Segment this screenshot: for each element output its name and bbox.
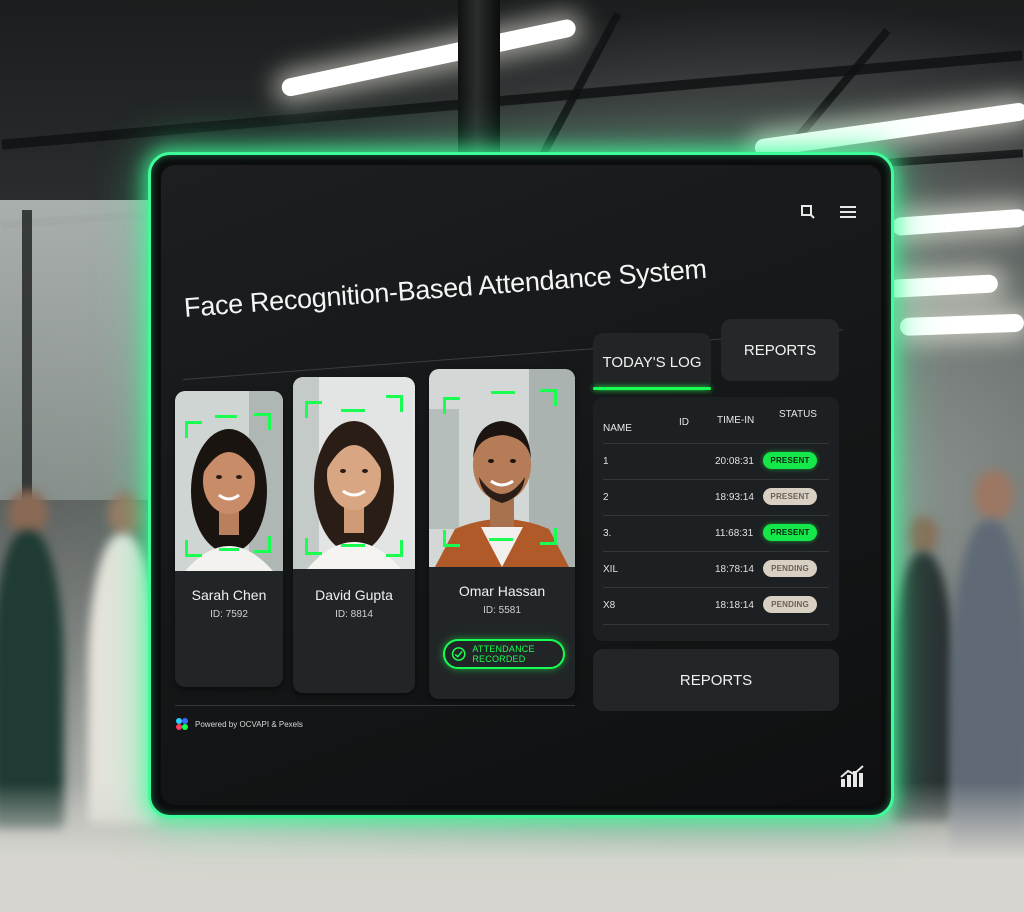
row-name: 1 [603, 456, 609, 467]
row-name: 2 [603, 492, 609, 503]
face-frame-corner [185, 421, 202, 438]
face-frame-corner [254, 536, 271, 553]
todays-log-table: NAME ID TIME-IN STATUS 1 20:08:31 PRESEN… [593, 397, 839, 641]
face-frame-corner [305, 401, 322, 418]
person-head [108, 492, 144, 536]
footer: Powered by OCVAPI & Pexels [175, 717, 303, 731]
ceiling-light [891, 208, 1024, 236]
active-tab-indicator [593, 387, 711, 390]
scan-line [219, 548, 239, 551]
face-photo [429, 369, 575, 567]
tab-label: TODAY'S LOG [602, 353, 702, 371]
column-header-name: NAME [603, 423, 632, 434]
attendance-recorded-label: ATTENDANCE RECORDED [472, 644, 535, 664]
person-id: ID: 5581 [483, 605, 521, 616]
scan-line [491, 391, 515, 394]
top-toolbar [797, 201, 859, 223]
table-row[interactable]: 1 20:08:31 PRESENT [603, 443, 829, 480]
row-name: 3. [603, 528, 612, 539]
face-card-2[interactable]: David Gupta ID: 8814 [293, 377, 415, 693]
face-frame-corner [185, 540, 202, 557]
row-time-in: 11:68:31 [715, 528, 754, 539]
scan-line [489, 538, 513, 541]
face-frame-corner [305, 538, 322, 555]
person-id: ID: 8814 [335, 609, 373, 620]
status-badge: PENDING [763, 560, 817, 577]
bar-chart-icon[interactable] [839, 763, 865, 789]
face-frame-corner [386, 540, 403, 557]
column-header-status: STATUS [779, 409, 817, 420]
face-frame-corner [540, 528, 557, 545]
footer-divider [175, 705, 575, 706]
face-frame-corner [443, 530, 460, 547]
row-time-in: 18:78:14 [715, 564, 754, 575]
row-time-in: 18:93:14 [715, 492, 754, 503]
reports-button[interactable]: REPORTS [593, 649, 839, 711]
check-circle-icon [451, 647, 466, 661]
face-card-1[interactable]: Sarah Chen ID: 7592 [175, 391, 283, 687]
page-title: Face Recognition-Based Attendance System [183, 253, 708, 323]
face-frame-corner [254, 413, 271, 430]
face-card-3[interactable]: Omar Hassan ID: 5581 ATTENDANCE RECORDED [429, 369, 575, 699]
table-row[interactable]: 3. 11:68:31 PRESENT [603, 515, 829, 552]
ceiling-light [899, 313, 1024, 336]
table-row[interactable]: 2 18:93:14 PRESENT [603, 479, 829, 516]
ceiling-light [887, 274, 999, 298]
row-time-in: 20:08:31 [715, 456, 754, 467]
row-name: X8 [603, 600, 616, 611]
face-photo [175, 391, 283, 571]
person-name: Sarah Chen [191, 587, 267, 603]
tab-todays-log[interactable]: TODAY'S LOG [593, 333, 711, 391]
scan-line [215, 415, 237, 418]
scan-line [341, 544, 365, 547]
column-header-time-in: TIME-IN [717, 415, 755, 426]
table-row[interactable]: X8 18:18:14 PENDING [603, 587, 829, 625]
person-name: Omar Hassan [458, 583, 546, 599]
footer-text: Powered by OCVAPI & Pexels [195, 719, 303, 729]
status-badge: PENDING [763, 596, 817, 613]
status-badge: PRESENT [763, 452, 817, 469]
column-header-id: ID [679, 417, 689, 428]
ceiling-light [753, 101, 1024, 158]
menu-icon[interactable] [837, 201, 859, 223]
tab-label: REPORTS [743, 341, 817, 359]
face-frame-corner [386, 395, 403, 412]
person-id: ID: 7592 [210, 609, 248, 620]
scan-line [341, 409, 365, 412]
status-badge: PRESENT [763, 524, 817, 541]
ceiling-light [280, 17, 578, 98]
table-row[interactable]: XIL 18:78:14 PENDING [603, 551, 829, 588]
attendance-screen: Face Recognition-Based Attendance System [161, 165, 881, 805]
row-name: XIL [603, 564, 619, 575]
face-photo [293, 377, 415, 569]
row-time-in: 18:18:14 [715, 600, 754, 611]
person-head [908, 516, 938, 554]
status-badge: PRESENT [763, 488, 817, 505]
search-icon[interactable] [797, 201, 819, 223]
logo-icon [176, 718, 188, 730]
face-frame-corner [540, 389, 557, 406]
face-frame-corner [443, 397, 460, 414]
kiosk-display: Face Recognition-Based Attendance System [148, 152, 894, 818]
attendance-recorded-badge: ATTENDANCE RECORDED [443, 639, 565, 669]
person-name: David Gupta [315, 587, 393, 603]
window [22, 210, 32, 510]
tab-reports[interactable]: REPORTS [721, 319, 839, 381]
person-head [974, 470, 1014, 520]
